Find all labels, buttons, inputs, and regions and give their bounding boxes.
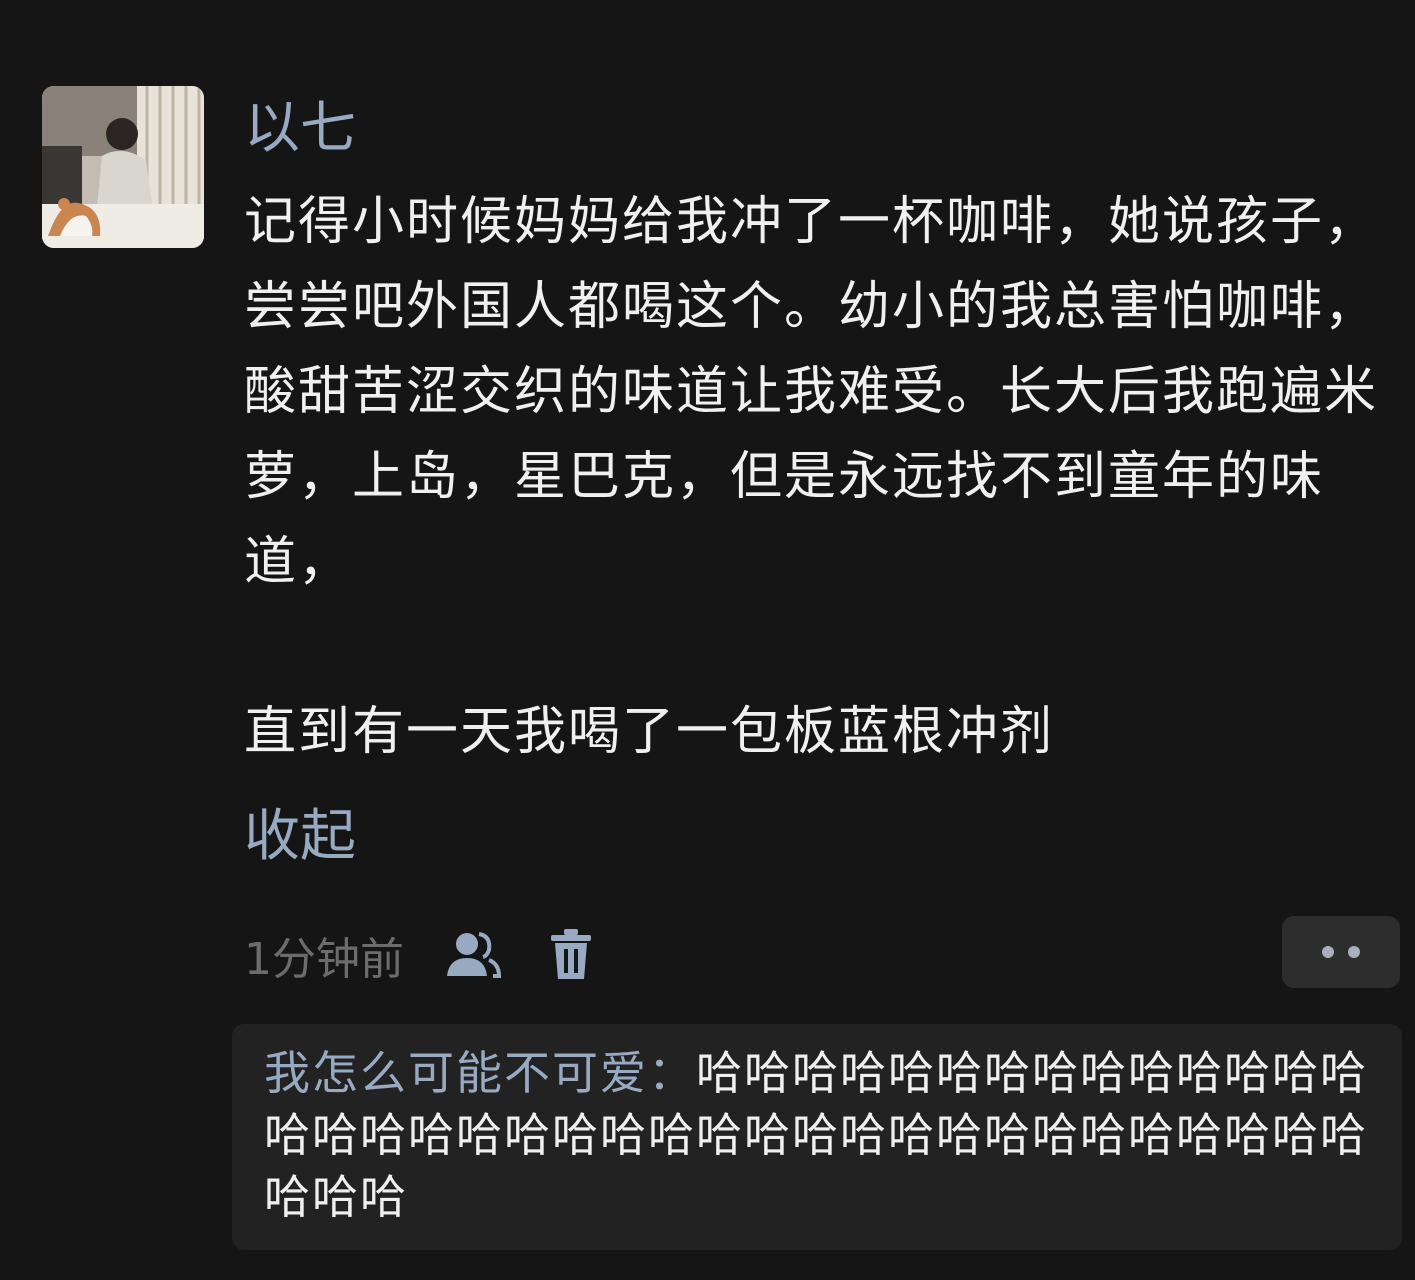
- collapse-button[interactable]: 收起: [244, 802, 356, 872]
- more-dots-icon: [1322, 946, 1334, 958]
- comment-author[interactable]: 以七: [244, 94, 356, 164]
- more-dots-icon: [1348, 946, 1360, 958]
- reply-separator: ：: [648, 1046, 696, 1100]
- comment-timestamp: 1分钟前: [244, 934, 404, 985]
- reply-item[interactable]: 我怎么可能不可爱：哈哈哈哈哈哈哈哈哈哈哈哈哈哈哈哈哈哈哈哈哈哈哈哈哈哈哈哈哈哈哈…: [232, 1024, 1402, 1250]
- reply-content: 我怎么可能不可爱：哈哈哈哈哈哈哈哈哈哈哈哈哈哈哈哈哈哈哈哈哈哈哈哈哈哈哈哈哈哈哈…: [264, 1042, 1384, 1228]
- comment-body: 记得小时候妈妈给我冲了一杯咖啡，她说孩子，尝尝吧外国人都喝这个。幼小的我总害怕咖…: [244, 180, 1404, 775]
- avatar-photo: [42, 86, 204, 248]
- trash-icon[interactable]: [542, 926, 600, 984]
- people-icon[interactable]: [444, 926, 502, 984]
- comment-meta: 1分钟前: [244, 922, 600, 988]
- comment-paragraph: 直到有一天我喝了一包板蓝根冲剂: [244, 702, 1055, 762]
- more-options-button[interactable]: [1282, 916, 1400, 988]
- avatar[interactable]: [42, 86, 204, 248]
- reply-author[interactable]: 我怎么可能不可爱: [264, 1046, 648, 1100]
- comment-paragraph: 记得小时候妈妈给我冲了一杯咖啡，她说孩子，尝尝吧外国人都喝这个。幼小的我总害怕咖…: [244, 192, 1379, 592]
